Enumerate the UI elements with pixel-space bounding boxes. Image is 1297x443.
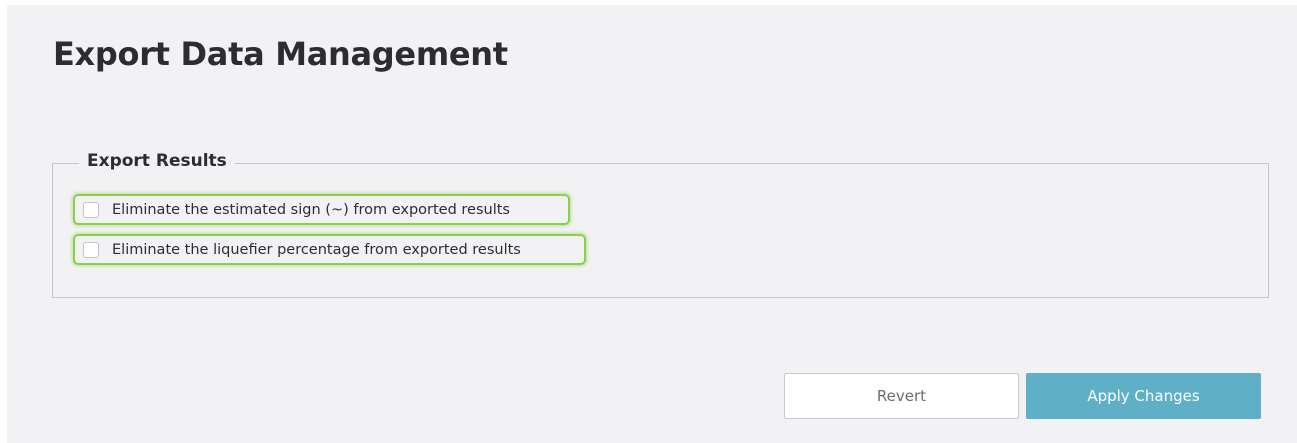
revert-button[interactable]: Revert xyxy=(784,373,1019,419)
page-title: Export Data Management xyxy=(53,35,508,73)
eliminate-estimated-sign-checkbox[interactable] xyxy=(83,201,99,218)
eliminate-liquefier-percentage-label: Eliminate the liquefier percentage from … xyxy=(112,241,521,258)
eliminate-estimated-sign-label: Eliminate the estimated sign (~) from ex… xyxy=(112,201,510,218)
eliminate-estimated-sign-option[interactable]: Eliminate the estimated sign (~) from ex… xyxy=(73,194,570,225)
eliminate-liquefier-percentage-checkbox[interactable] xyxy=(83,241,99,258)
apply-changes-button[interactable]: Apply Changes xyxy=(1026,373,1261,419)
export-results-legend: Export Results xyxy=(79,151,235,171)
eliminate-liquefier-percentage-option[interactable]: Eliminate the liquefier percentage from … xyxy=(73,234,586,265)
export-results-group: Export Results Eliminate the estimated s… xyxy=(52,151,1269,298)
